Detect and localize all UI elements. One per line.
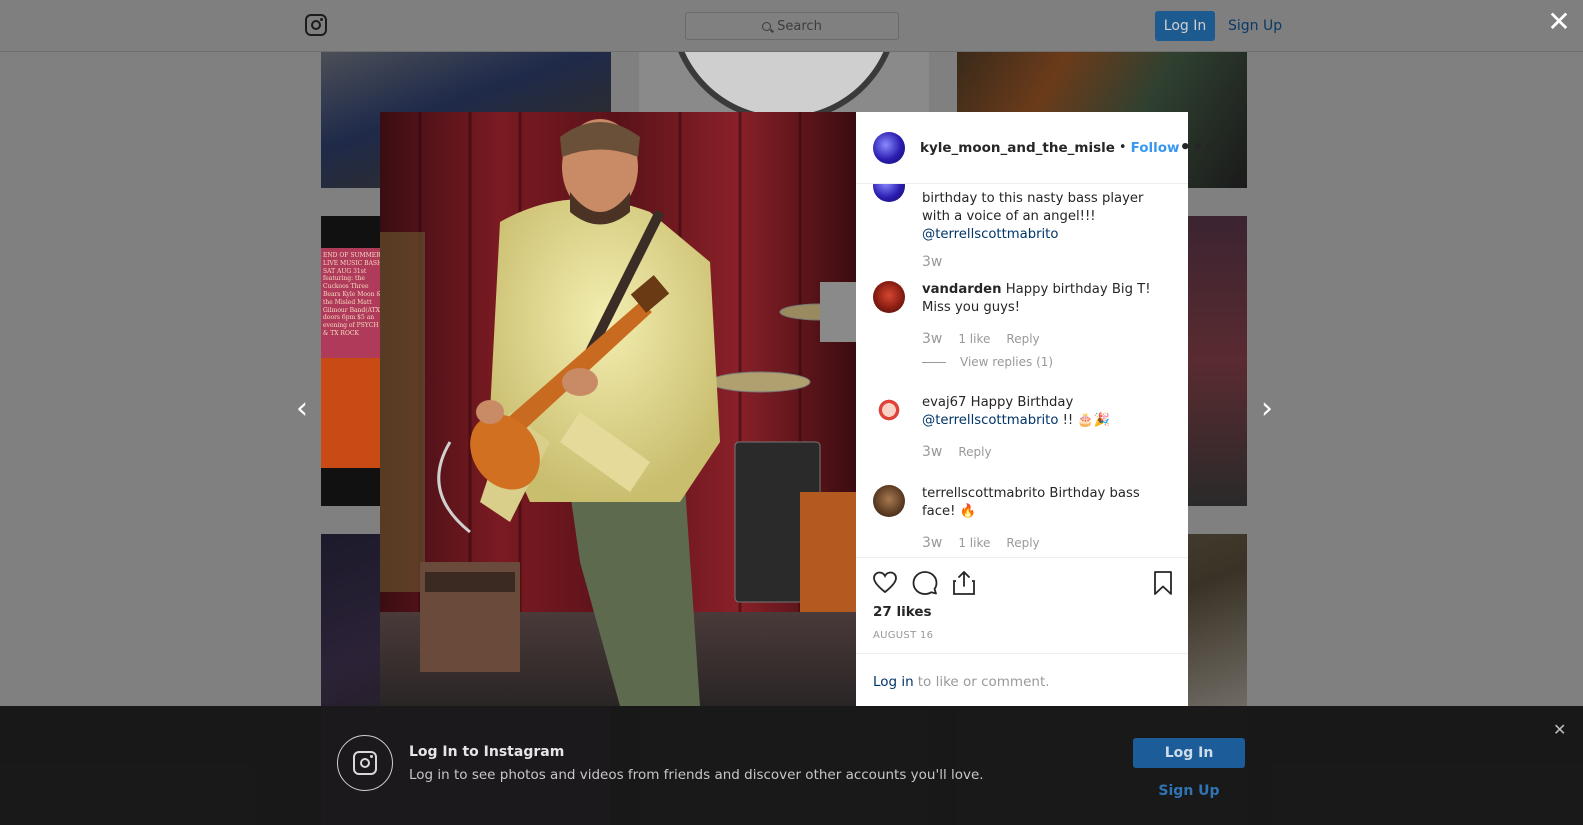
comment-username[interactable]: vandarden [922,282,1002,297]
banner-signup-link[interactable]: Sign Up [1133,778,1245,804]
login-button[interactable]: Log In [1155,11,1215,41]
heart-icon[interactable] [872,570,898,596]
signup-link[interactable]: Sign Up [1228,11,1282,41]
post-date: AUGUST 16 [873,630,934,641]
comment-icon[interactable] [912,570,938,596]
login-banner: Log In to Instagram Log in to see photos… [0,706,1583,825]
caption-text: birthday to this nasty bass player with … [922,191,1144,224]
avatar[interactable] [873,131,905,164]
comments-list[interactable]: birthday to this nasty bass player with … [856,184,1188,557]
more-options-icon[interactable]: ••• [1180,137,1218,158]
top-navbar: Search Log In Sign Up [0,0,1583,52]
reply-button[interactable]: Reply [1006,536,1039,550]
comment-username[interactable]: terrellscottmabrito [922,486,1045,501]
share-icon[interactable] [951,570,977,596]
login-prompt: Log in to like or comment. [856,653,1188,709]
comment-suffix: !! 🎂🎉 [1062,413,1111,428]
likes-count[interactable]: 27 likes [873,604,932,620]
post-details-panel: kyle_moon_and_the_misle • Follow ••• bir… [856,112,1216,708]
grid-photo-logo-disc[interactable] [639,52,929,112]
view-replies-label: View replies (1) [960,355,1054,369]
event-poster: END OF SUMMER LIVE MUSIC BASH SAT AUG 31… [321,248,387,468]
view-replies-button[interactable]: View replies (1) [922,355,1053,369]
post-actions: 27 likes AUGUST 16 Log in to like or com… [856,557,1188,708]
caption-timestamp[interactable]: 3w [922,254,942,270]
comment-timestamp[interactable]: 3w [922,444,942,460]
caption-mention[interactable]: @terrellscottmabrito [922,227,1058,242]
avatar[interactable] [873,485,905,517]
search-input[interactable]: Search [685,12,899,40]
instagram-logo-icon[interactable] [305,14,327,36]
divider [922,361,946,363]
comment-likes[interactable]: 1 like [958,536,990,550]
post-author-username[interactable]: kyle_moon_and_the_misle [920,140,1115,156]
follow-button[interactable]: Follow [1131,140,1180,156]
comment-text: Happy Birthday [970,395,1074,410]
comment-timestamp[interactable]: 3w [922,535,942,551]
reply-button[interactable]: Reply [958,445,991,459]
banner-login-button[interactable]: Log In [1133,738,1245,768]
avatar[interactable] [873,281,905,313]
comment-timestamp[interactable]: 3w [922,331,942,347]
reply-button[interactable]: Reply [1006,332,1039,346]
comment-likes[interactable]: 1 like [958,332,990,346]
login-link[interactable]: Log in [873,674,914,690]
close-modal-icon[interactable]: ✕ [1545,8,1573,36]
search-placeholder: Search [777,18,822,34]
banner-subtitle: Log in to see photos and videos from fri… [409,767,984,783]
next-post-arrow-icon[interactable]: › [1255,393,1279,425]
comment-mention[interactable]: @terrellscottmabrito [922,413,1058,428]
avatar[interactable] [873,394,905,426]
post-photo [380,112,856,706]
instagram-logo-icon [337,735,393,791]
comment-username[interactable]: evaj67 [922,395,966,410]
avatar[interactable] [873,184,905,202]
bookmark-icon[interactable] [1150,570,1176,596]
post-header: kyle_moon_and_the_misle • Follow ••• [856,112,1216,184]
search-icon [762,21,772,31]
previous-post-arrow-icon[interactable]: ‹ [290,393,314,425]
close-icon[interactable]: ✕ [1553,720,1566,739]
separator-dot: • [1118,140,1127,155]
banner-title: Log In to Instagram [409,744,565,760]
login-prompt-text: to like or comment. [917,673,1050,690]
